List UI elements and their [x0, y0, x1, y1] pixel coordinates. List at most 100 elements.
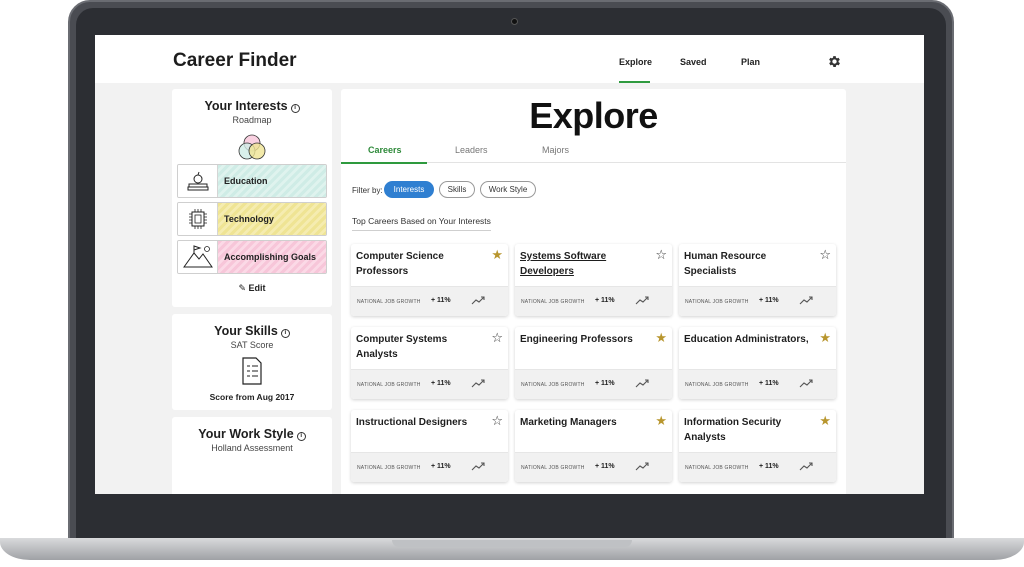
growth-label: NATIONAL JOB GROWTH	[521, 465, 585, 471]
trend-up-icon	[799, 462, 813, 471]
star-filled-icon[interactable]: ★	[819, 414, 831, 427]
interest-label: Education	[218, 165, 326, 197]
filter-interests-chip[interactable]: Interests	[384, 181, 434, 198]
interest-label: Technology	[218, 203, 326, 235]
venn-diagram-icon	[238, 134, 266, 160]
section-label: Top Careers Based on Your Interests	[352, 216, 491, 231]
nav-active-indicator	[619, 81, 650, 83]
job-growth-footer: NATIONAL JOB GROWTH + 11%	[679, 369, 836, 399]
skills-subtitle: SAT Score	[230, 340, 274, 350]
skills-title: Your Skills	[214, 324, 278, 338]
growth-value: + 11%	[431, 380, 451, 387]
career-title[interactable]: Human Resource Specialists	[684, 249, 809, 279]
career-card[interactable]: Engineering Professors ★ NATIONAL JOB GROW…	[515, 327, 672, 399]
tab-active-indicator	[341, 162, 427, 164]
trend-up-icon	[471, 462, 485, 471]
laptop-base-notch	[392, 540, 632, 547]
skills-card[interactable]: Your Skills i SAT Score Score from Aug 20…	[172, 314, 332, 410]
growth-value: + 11%	[759, 297, 779, 304]
app-title: Career Finder	[173, 50, 297, 71]
career-title[interactable]: Computer Systems Analysts	[356, 332, 481, 362]
career-title[interactable]: Instructional Designers	[356, 415, 481, 430]
skills-note: Score from Aug 2017	[209, 392, 295, 402]
star-filled-icon[interactable]: ★	[655, 414, 667, 427]
nav-plan[interactable]: Plan	[741, 57, 760, 67]
interest-accomplishing-goals[interactable]: Accomplishing Goals	[177, 240, 327, 274]
apple-books-icon	[187, 171, 209, 191]
star-filled-icon[interactable]: ★	[819, 331, 831, 344]
star-outline-icon[interactable]: ☆	[655, 248, 667, 261]
tab-bar: Careers Leaders Majors	[341, 145, 846, 164]
interests-subtitle: Roadmap	[232, 115, 272, 125]
document-icon	[242, 357, 262, 385]
job-growth-footer: NATIONAL JOB GROWTH + 11%	[515, 286, 672, 316]
career-card[interactable]: Human Resource Specialists ☆ NATIONAL JOB …	[679, 244, 836, 316]
career-title[interactable]: Computer Science Professors	[356, 249, 481, 279]
job-growth-footer: NATIONAL JOB GROWTH + 11%	[515, 369, 672, 399]
filter-skills-chip[interactable]: Skills	[439, 181, 475, 198]
info-icon[interactable]: i	[296, 432, 306, 441]
job-growth-footer: NATIONAL JOB GROWTH + 11%	[351, 286, 508, 316]
interests-card: Your Interests i Roadmap Education Techn…	[172, 89, 332, 307]
star-outline-icon[interactable]: ☆	[491, 331, 503, 344]
star-filled-icon[interactable]: ★	[655, 331, 667, 344]
workstyle-subtitle: Holland Assessment	[211, 443, 293, 453]
growth-label: NATIONAL JOB GROWTH	[521, 299, 585, 305]
job-growth-footer: NATIONAL JOB GROWTH + 11%	[679, 286, 836, 316]
career-card[interactable]: Systems Software Developers ☆ NATIONAL JOB…	[515, 244, 672, 316]
career-title[interactable]: Education Administrators,	[684, 332, 809, 347]
career-title[interactable]: Marketing Managers	[520, 415, 645, 430]
career-card[interactable]: Information Security Analysts ★ NATIONAL J…	[679, 410, 836, 482]
growth-label: NATIONAL JOB GROWTH	[521, 382, 585, 388]
chip-icon	[189, 209, 207, 229]
career-card[interactable]: Computer Systems Analysts ☆ NATIONAL JOB G…	[351, 327, 508, 399]
camera-icon	[511, 18, 518, 25]
star-outline-icon[interactable]: ☆	[819, 248, 831, 261]
career-title[interactable]: Systems Software Developers	[520, 249, 645, 279]
explore-panel: Explore Careers Leaders Majors Filter by…	[341, 89, 846, 494]
job-growth-footer: NATIONAL JOB GROWTH + 11%	[351, 452, 508, 482]
edit-interests-button[interactable]: ✎ Edit	[172, 283, 332, 294]
filter-label: Filter by:	[352, 186, 383, 195]
interest-education[interactable]: Education	[177, 164, 327, 198]
edit-label: Edit	[248, 283, 266, 293]
growth-value: + 11%	[595, 297, 615, 304]
growth-value: + 11%	[595, 463, 615, 470]
career-card[interactable]: Instructional Designers ☆ NATIONAL JOB GRO…	[351, 410, 508, 482]
pencil-icon: ✎	[238, 283, 247, 293]
interest-technology[interactable]: Technology	[177, 202, 327, 236]
star-filled-icon[interactable]: ★	[491, 248, 503, 261]
growth-label: NATIONAL JOB GROWTH	[357, 299, 421, 305]
tab-careers[interactable]: Careers	[368, 145, 402, 155]
gear-icon[interactable]	[827, 54, 842, 69]
growth-value: + 11%	[759, 380, 779, 387]
trend-up-icon	[471, 379, 485, 388]
workstyle-card[interactable]: Your Work Style i Holland Assessment	[172, 417, 332, 494]
growth-label: NATIONAL JOB GROWTH	[685, 299, 749, 305]
growth-label: NATIONAL JOB GROWTH	[357, 465, 421, 471]
growth-value: + 11%	[431, 463, 451, 470]
career-card[interactable]: Marketing Managers ★ NATIONAL JOB GROWTH + …	[515, 410, 672, 482]
tab-leaders[interactable]: Leaders	[455, 145, 488, 155]
nav-explore[interactable]: Explore	[619, 57, 652, 67]
filter-workstyle-chip[interactable]: Work Style	[480, 181, 536, 198]
nav-saved[interactable]: Saved	[680, 57, 707, 67]
career-card[interactable]: Computer Science Professors ★ NATIONAL JOB…	[351, 244, 508, 316]
info-icon[interactable]: i	[280, 329, 290, 338]
page-title: Explore	[529, 95, 658, 136]
career-title[interactable]: Engineering Professors	[520, 332, 645, 347]
mountain-flag-icon	[183, 245, 213, 268]
career-card[interactable]: Education Administrators, ★ NATIONAL JOB G…	[679, 327, 836, 399]
trend-up-icon	[799, 379, 813, 388]
workstyle-title: Your Work Style	[198, 427, 294, 441]
growth-value: + 11%	[595, 380, 615, 387]
trend-up-icon	[635, 379, 649, 388]
growth-value: + 11%	[759, 463, 779, 470]
info-icon[interactable]: i	[290, 104, 300, 113]
career-title[interactable]: Information Security Analysts	[684, 415, 809, 445]
interest-label: Accomplishing Goals	[218, 241, 326, 273]
star-outline-icon[interactable]: ☆	[491, 414, 503, 427]
tab-majors[interactable]: Majors	[542, 145, 569, 155]
trend-up-icon	[471, 296, 485, 305]
trend-up-icon	[799, 296, 813, 305]
